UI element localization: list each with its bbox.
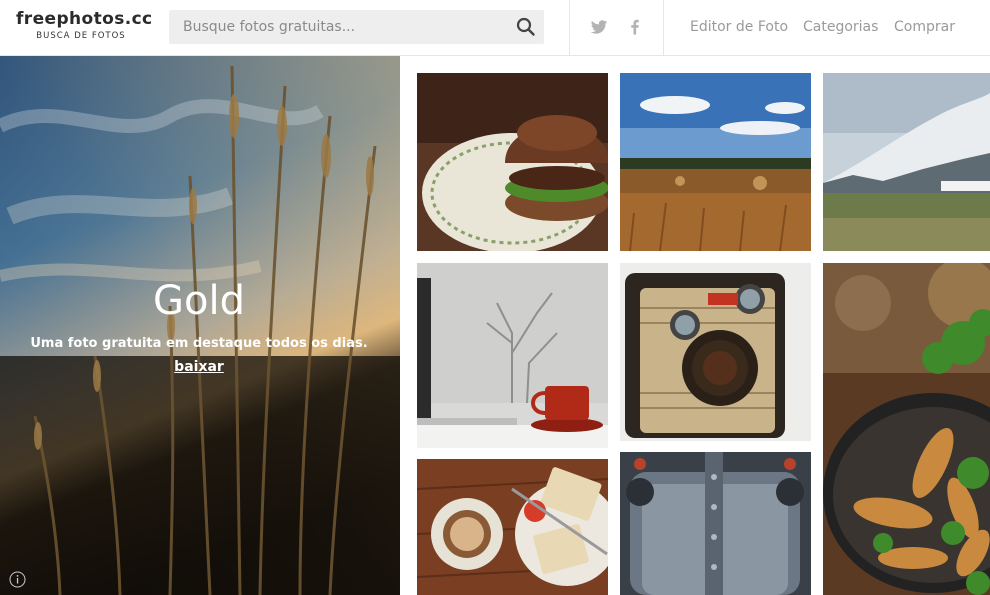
top-header: freephotos.cc BUSCA DE FOTOS Editor de F… <box>0 0 990 56</box>
photo-thumbnail-coffee-toast[interactable] <box>417 459 608 595</box>
logo-subtitle: BUSCA DE FOTOS <box>36 31 126 41</box>
photo-thumbnail-field[interactable] <box>620 73 811 251</box>
logo-title[interactable]: freephotos.cc <box>16 9 152 29</box>
search-icon[interactable] <box>516 17 536 37</box>
hero-subtitle: Uma foto gratuita em destaque todos os d… <box>30 336 368 351</box>
download-link[interactable]: baixar <box>0 359 398 375</box>
photo-thumbnail-sink[interactable] <box>620 452 811 595</box>
nav-comprar[interactable]: Comprar <box>894 19 955 35</box>
info-icon[interactable] <box>9 571 26 588</box>
photo-thumbnail-red-cup[interactable] <box>417 263 608 448</box>
featured-photo <box>0 56 400 595</box>
nav-categorias[interactable]: Categorias <box>803 19 878 35</box>
search-input[interactable] <box>169 10 509 44</box>
search-bar <box>169 10 544 44</box>
photo-thumbnail-kodak-camera[interactable] <box>620 263 811 441</box>
logo[interactable]: freephotos.cc BUSCA DE FOTOS <box>16 9 152 41</box>
photo-thumbnail-chicken-pan[interactable] <box>823 263 990 595</box>
header-divider <box>569 0 570 56</box>
featured-photo-hero[interactable]: Gold Uma foto gratuita em destaque todos… <box>0 56 400 595</box>
photo-thumbnail-mountain-mist[interactable] <box>823 73 990 251</box>
nav-editor-de-foto[interactable]: Editor de Foto <box>690 19 788 35</box>
facebook-icon[interactable] <box>626 18 646 38</box>
header-divider <box>663 0 664 56</box>
hero-title: Gold <box>153 278 245 324</box>
twitter-icon[interactable] <box>590 18 610 38</box>
photo-thumbnail-burger[interactable] <box>417 73 608 251</box>
